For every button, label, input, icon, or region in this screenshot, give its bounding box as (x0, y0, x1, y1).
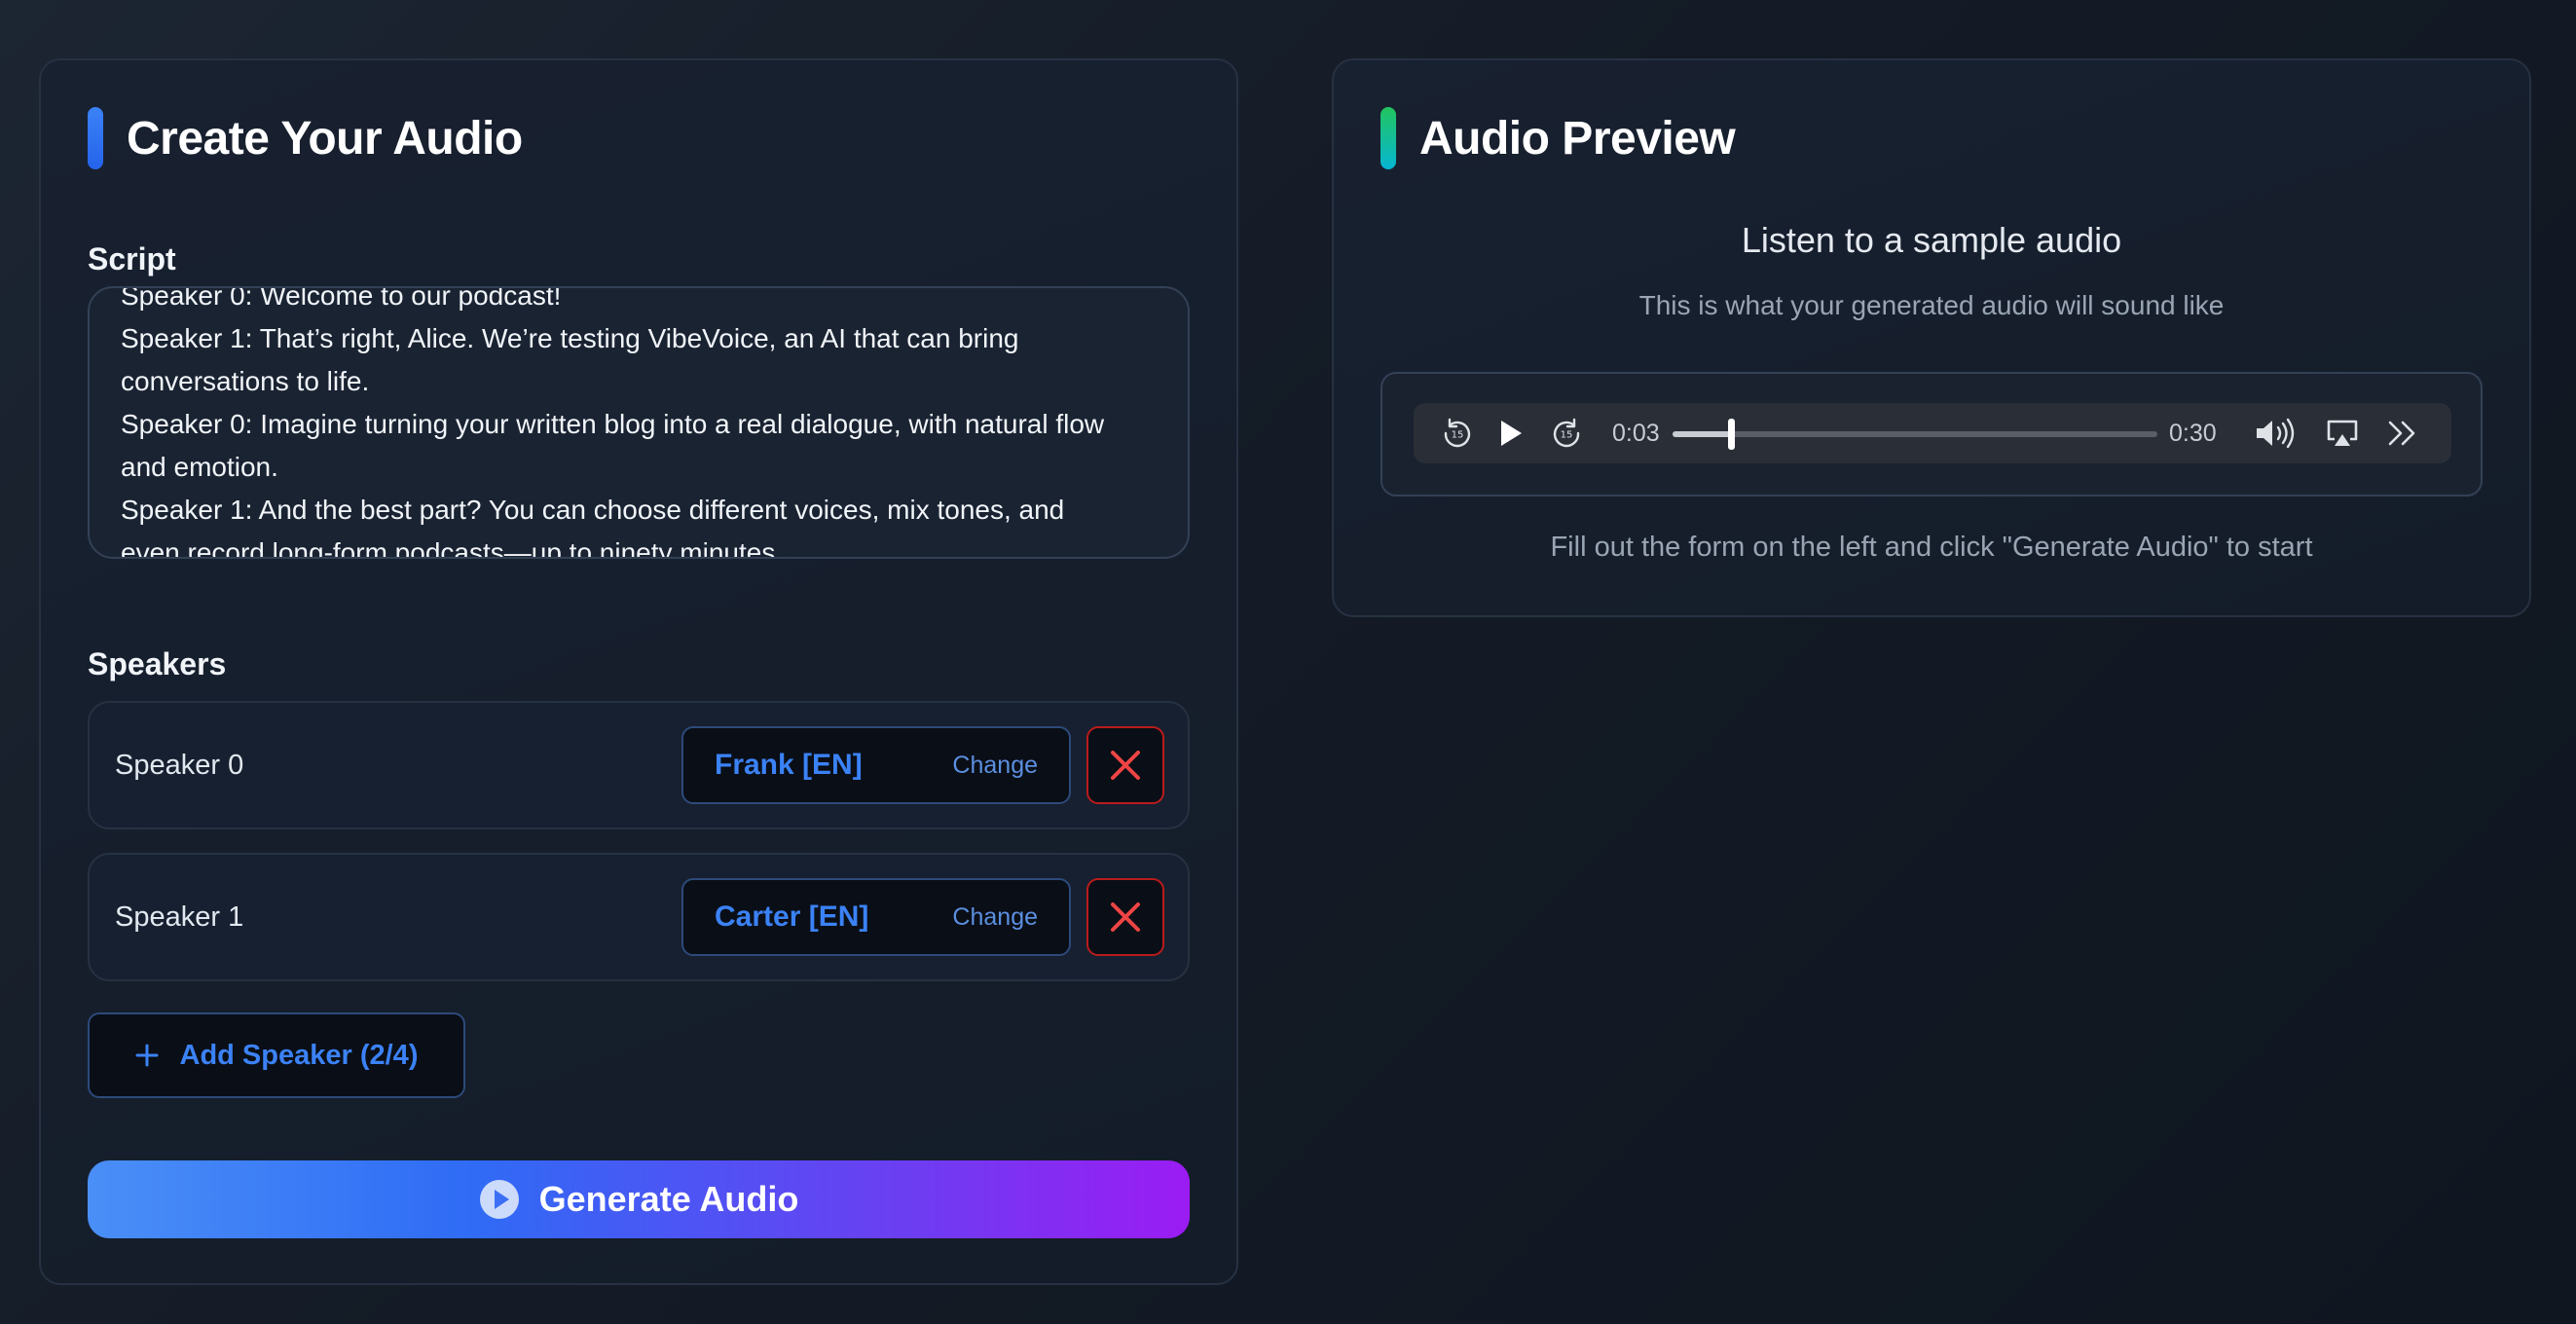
title-accent-bar (1380, 107, 1396, 169)
script-line: Speaker 0: Imagine turning your written … (121, 409, 1105, 439)
script-label: Script (88, 241, 176, 276)
generate-audio-label: Generate Audio (538, 1179, 799, 1219)
skip-back-button[interactable]: 15 (1439, 403, 1476, 463)
volume-icon (2257, 418, 2295, 449)
close-icon (1111, 902, 1140, 932)
title-accent-bar (88, 107, 103, 169)
skip-forward-seconds: 15 (1561, 430, 1573, 441)
voice-selector[interactable]: Carter [EN] Change (681, 878, 1071, 956)
play-circle-icon (479, 1180, 519, 1219)
audio-player-frame: 15 15 0:03 0:30 (1380, 372, 2483, 496)
skip-forward-button[interactable]: 15 (1548, 403, 1585, 463)
speaker-row: Speaker 1 Carter [EN] Change (88, 853, 1190, 981)
speaker-name: Speaker 0 (115, 750, 244, 781)
plus-icon (135, 1044, 158, 1067)
airplay-icon (2327, 420, 2358, 446)
preview-panel-header: Audio Preview (1380, 107, 1736, 169)
double-chevron-right-icon (2388, 421, 2415, 446)
add-speaker-button[interactable]: Add Speaker (2/4) (88, 1012, 465, 1098)
audio-player: 15 15 0:03 0:30 (1414, 403, 2451, 463)
duration: 0:30 (2169, 420, 2217, 447)
change-voice-link[interactable]: Change (952, 880, 1038, 954)
script-line: Speaker 0: Welcome to our podcast! (121, 286, 562, 311)
skip-back-seconds: 15 (1452, 430, 1464, 441)
add-speaker-label: Add Speaker (2/4) (179, 1039, 419, 1071)
script-line: even record long-form podcasts—up to nin… (121, 537, 784, 559)
script-textarea[interactable]: Speaker 0: Welcome to our podcast! Speak… (88, 286, 1190, 559)
volume-button[interactable] (2253, 403, 2301, 463)
create-audio-panel: Create Your Audio Script Speaker 0: Welc… (39, 58, 1238, 1285)
remove-speaker-button[interactable] (1086, 878, 1164, 956)
voice-name: Frank [EN] (715, 749, 863, 781)
seek-handle[interactable] (1728, 419, 1735, 450)
play-button[interactable] (1493, 403, 1528, 463)
airplay-button[interactable] (2323, 403, 2362, 463)
change-voice-link[interactable]: Change (952, 728, 1038, 802)
rewind-15-icon: 15 (1444, 418, 1471, 448)
speaker-row: Speaker 0 Frank [EN] Change (88, 701, 1190, 829)
play-icon (1501, 421, 1522, 446)
more-options-button[interactable] (2383, 403, 2422, 463)
script-line: conversations to life. (121, 366, 370, 396)
voice-selector[interactable]: Frank [EN] Change (681, 726, 1071, 804)
script-line: Speaker 1: That’s right, Alice. We’re te… (121, 323, 1019, 353)
speakers-label: Speakers (88, 646, 227, 681)
script-line: Speaker 1: And the best part? You can ch… (121, 495, 1065, 525)
audio-preview-panel: Audio Preview Listen to a sample audio T… (1332, 58, 2531, 617)
generate-audio-button[interactable]: Generate Audio (88, 1160, 1190, 1238)
create-panel-header: Create Your Audio (88, 107, 523, 169)
preview-subheading: This is what your generated audio will s… (1638, 290, 2225, 320)
forward-15-icon: 15 (1553, 418, 1580, 448)
speaker-name: Speaker 1 (115, 901, 244, 933)
preview-hint: Fill out the form on the left and click … (1550, 532, 2313, 563)
seek-progress (1673, 431, 1731, 437)
panel-title: Audio Preview (1419, 112, 1736, 165)
voice-name: Carter [EN] (715, 901, 869, 933)
script-line: and emotion. (121, 452, 278, 482)
close-icon (1111, 751, 1140, 780)
preview-heading: Listen to a sample audio (1741, 220, 2122, 260)
remove-speaker-button[interactable] (1086, 726, 1164, 804)
seek-slider[interactable] (1673, 419, 2157, 450)
panel-title: Create Your Audio (127, 112, 523, 165)
script-content: Speaker 0: Welcome to our podcast! Speak… (121, 286, 1159, 559)
current-time: 0:03 (1612, 420, 1660, 447)
